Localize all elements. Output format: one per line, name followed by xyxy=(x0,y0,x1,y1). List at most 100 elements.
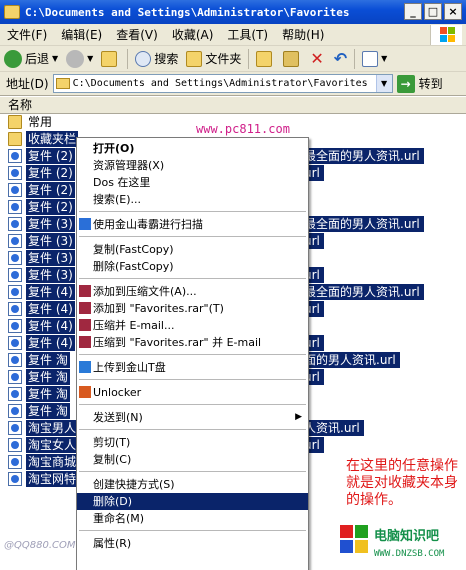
context-menu-item[interactable]: 删除(D) xyxy=(77,493,308,510)
file-item[interactable]: 复件 (3) xyxy=(8,250,75,266)
folders-button[interactable]: 文件夹 xyxy=(182,48,245,70)
menu-help[interactable]: 帮助(H) xyxy=(275,26,331,43)
file-item[interactable]: 复件 (3) xyxy=(8,216,75,232)
site-logo: 电脑知识吧 WWW.DNZSB.COM xyxy=(336,519,466,570)
file-item[interactable]: 复件 (4) xyxy=(8,284,75,300)
file-name-tail: 人资讯.url xyxy=(304,420,364,436)
context-menu-item[interactable]: 使用金山毒霸进行扫描 xyxy=(77,216,308,233)
file-name: 复件 淘 xyxy=(26,369,70,385)
menu-tools[interactable]: 工具(T) xyxy=(220,26,275,43)
context-menu-item[interactable]: 打开(O) xyxy=(77,140,308,157)
folder-item[interactable]: 收藏夹栏 xyxy=(8,131,79,147)
delete-toolbar-button[interactable]: ✕ xyxy=(306,48,329,70)
context-menu-item[interactable]: 发送到(N) ▶ xyxy=(77,409,308,426)
folder-item[interactable]: 常用 xyxy=(8,114,54,130)
file-item[interactable]: 复件 (2) xyxy=(8,199,75,215)
folder-up-icon xyxy=(101,50,118,67)
context-menu-item[interactable]: Unlocker xyxy=(77,384,308,401)
file-item[interactable]: 淘宝网特 xyxy=(8,471,79,487)
context-menu-item[interactable]: 复制(C) xyxy=(77,451,308,468)
file-name-tail: 面的男人资讯.url xyxy=(304,352,400,368)
context-menu-item[interactable]: 剪切(T) xyxy=(77,434,308,451)
maximize-button[interactable]: □ xyxy=(424,3,442,20)
column-header-name[interactable]: 名称 xyxy=(0,97,466,114)
context-menu-item[interactable]: 创建快捷方式(S) xyxy=(77,476,308,493)
undo-icon: ↶ xyxy=(333,49,348,68)
menu-edit[interactable]: 编辑(E) xyxy=(54,26,109,43)
context-menu-item[interactable]: 搜索(E)... xyxy=(77,191,308,208)
url-icon xyxy=(8,200,22,214)
address-input[interactable]: C:\Documents and Settings\Administrator\… xyxy=(52,74,393,93)
context-menu-item[interactable]: 资源管理器(X) xyxy=(77,157,308,174)
file-item[interactable]: 复件 (2) xyxy=(8,182,75,198)
chevron-down-icon[interactable]: ▼ xyxy=(375,75,392,92)
up-button[interactable] xyxy=(97,48,124,70)
context-menu-item[interactable]: 重命名(M) xyxy=(77,510,308,527)
context-menu-label: 搜索(E)... xyxy=(93,193,142,206)
context-menu-label: 添加到压缩文件(A)... xyxy=(93,285,197,298)
folders-icon xyxy=(186,50,203,67)
file-name: 复件 (3) xyxy=(26,233,75,249)
file-item[interactable]: 复件 (4) xyxy=(8,301,75,317)
file-item[interactable]: 淘宝女人 xyxy=(8,437,79,453)
file-item[interactable]: 淘宝男人 xyxy=(8,420,79,436)
chevron-down-icon[interactable]: ▼ xyxy=(87,54,93,63)
file-item[interactable]: 复件 (2) xyxy=(8,165,75,181)
context-menu-item[interactable]: 上传到金山T盘 xyxy=(77,359,308,376)
context-menu-item[interactable]: Dos 在这里 xyxy=(77,174,308,191)
context-menu-item[interactable]: 删除(FastCopy) xyxy=(77,258,308,275)
go-button[interactable]: → 转到 xyxy=(396,74,443,93)
url-icon xyxy=(8,285,22,299)
unlocker-icon xyxy=(79,386,91,398)
file-item[interactable]: 复件 (2) xyxy=(8,148,75,164)
menu-file[interactable]: 文件(F) xyxy=(0,26,54,43)
forward-button[interactable]: ▼ xyxy=(62,48,97,70)
url-icon xyxy=(8,455,22,469)
context-menu-item[interactable]: 压缩并 E-mail... xyxy=(77,317,308,334)
menu-bar: 文件(F) 编辑(E) 查看(V) 收藏(A) 工具(T) 帮助(H) xyxy=(0,24,466,46)
context-menu-item[interactable]: 添加到 "Favorites.rar"(T) xyxy=(77,300,308,317)
file-item[interactable]: 复件 淘 xyxy=(8,369,70,385)
file-item[interactable]: 复件 (4) xyxy=(8,335,75,351)
chevron-down-icon[interactable]: ▼ xyxy=(52,54,58,63)
file-name: 复件 (4) xyxy=(26,335,75,351)
file-name: 复件 淘 xyxy=(26,386,70,402)
close-button[interactable]: × xyxy=(444,3,462,20)
file-name: 复件 (3) xyxy=(26,267,75,283)
context-menu-item[interactable]: 属性(R) xyxy=(77,535,308,552)
address-value[interactable]: C:\Documents and Settings\Administrator\… xyxy=(73,78,368,89)
file-item[interactable]: 复件 (4) xyxy=(8,318,75,334)
context-menu-item[interactable]: 添加到压缩文件(A)... xyxy=(77,283,308,300)
copy-to-icon xyxy=(283,50,300,67)
context-menu-item[interactable]: 复制(FastCopy) xyxy=(77,241,308,258)
file-item[interactable]: 淘宝商城 xyxy=(8,454,79,470)
menu-favorites[interactable]: 收藏(A) xyxy=(165,26,221,43)
toolbar-separator xyxy=(248,48,250,69)
back-button[interactable]: 后退 ▼ xyxy=(0,48,62,70)
context-menu-label: 上传到金山T盘 xyxy=(93,361,166,374)
context-menu-label: 资源管理器(X) xyxy=(93,159,165,172)
title-bar[interactable]: C:\Documents and Settings\Administrator\… xyxy=(0,0,466,24)
search-button[interactable]: 搜索 xyxy=(131,48,182,70)
file-item[interactable]: 复件 淘 xyxy=(8,352,70,368)
undo-button[interactable]: ↶ xyxy=(330,48,351,70)
copy-to-button[interactable] xyxy=(279,48,306,70)
file-name: 复件 (3) xyxy=(26,216,75,232)
submenu-arrow-icon: ▶ xyxy=(295,412,302,422)
file-item[interactable]: 复件 淘 xyxy=(8,386,70,402)
chevron-down-icon[interactable]: ▼ xyxy=(381,54,387,63)
menu-view[interactable]: 查看(V) xyxy=(109,26,165,43)
file-item[interactable]: 复件 淘 xyxy=(8,403,70,419)
logo-url: WWW.DNZSB.COM xyxy=(374,549,445,559)
context-menu-label: 复制(C) xyxy=(93,453,132,466)
file-item[interactable]: 复件 (3) xyxy=(8,267,75,283)
context-menu-item[interactable]: 压缩到 "Favorites.rar" 并 E-mail xyxy=(77,334,308,351)
file-name-tail: 最全面的男人资讯.url xyxy=(304,284,424,300)
url-icon xyxy=(8,149,22,163)
minimize-button[interactable]: _ xyxy=(404,3,422,20)
file-item[interactable]: 复件 (3) xyxy=(8,233,75,249)
shield-icon xyxy=(79,218,91,230)
views-button[interactable]: ▼ xyxy=(358,48,391,70)
folder-icon xyxy=(8,115,22,129)
move-to-button[interactable] xyxy=(252,48,279,70)
